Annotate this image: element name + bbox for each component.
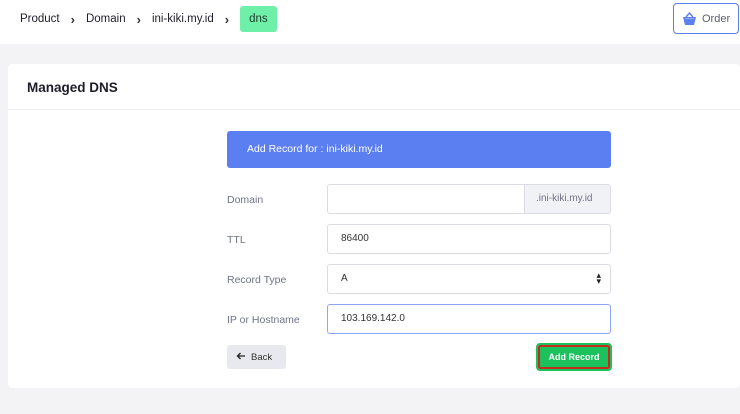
add-record-button[interactable]: Add Record [536, 343, 612, 371]
order-label: Order [702, 12, 731, 25]
ip-hostname-input[interactable]: 103.169.142.0 [327, 304, 611, 334]
record-type-select[interactable]: A ▴ ▾ [327, 264, 611, 294]
breadcrumb-dns: dns [240, 6, 277, 32]
card-title: Managed DNS [8, 64, 740, 110]
breadcrumb-separator: › [70, 11, 75, 27]
back-label: Back [251, 351, 273, 363]
order-button[interactable]: Order [673, 3, 739, 34]
ttl-label: TTL [227, 234, 246, 246]
add-record-banner: Add Record for : ini-kiki.my.id [227, 131, 611, 168]
breadcrumb-separator: › [224, 11, 230, 27]
basket-icon [682, 11, 697, 26]
domain-label: Domain [227, 194, 264, 206]
domain-suffix: .ini-kiki.my.id [524, 184, 611, 214]
select-arrows-icon: ▴ ▾ [596, 270, 601, 286]
managed-dns-card: Managed DNS Add Record for : ini-kiki.my… [8, 64, 740, 388]
back-button[interactable]: Back [227, 345, 286, 369]
breadcrumb-separator: › [136, 11, 141, 27]
record-type-value: A [341, 273, 348, 284]
breadcrumb: Product › Domain › ini-kiki.my.id › dns [20, 6, 277, 32]
breadcrumb-domain-name[interactable]: ini-kiki.my.id [152, 13, 214, 25]
arrow-left-icon [236, 352, 246, 363]
domain-input[interactable] [327, 184, 525, 214]
record-type-label: Record Type [227, 274, 287, 286]
top-bar: Product › Domain › ini-kiki.my.id › dns … [0, 0, 740, 44]
breadcrumb-product[interactable]: Product [20, 13, 60, 25]
ip-label: IP or Hostname [227, 314, 300, 326]
ttl-input[interactable]: 86400 [327, 224, 611, 254]
breadcrumb-domain[interactable]: Domain [86, 13, 126, 25]
